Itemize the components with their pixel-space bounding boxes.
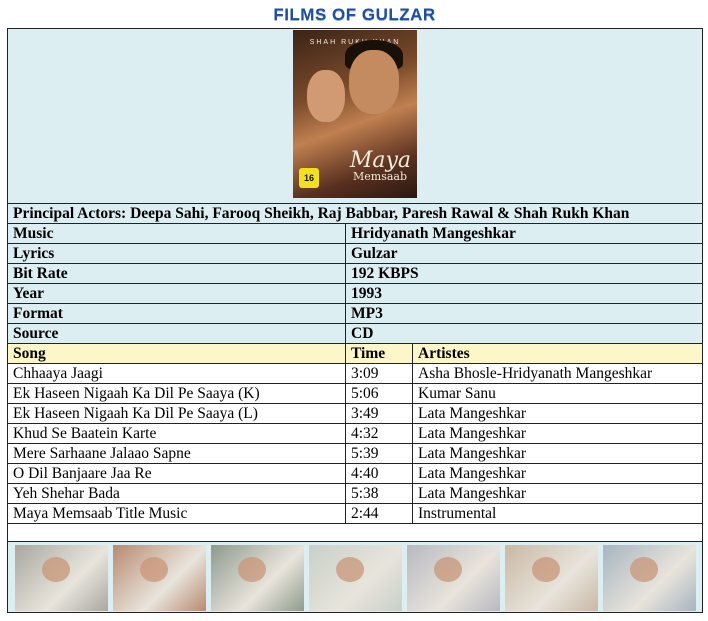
song-row: Ek Haseen Nigaah Ka Dil Pe Saaya (L) 3:49… — [7, 403, 704, 424]
song-title: O Dil Banjaare Jaa Re — [7, 463, 346, 484]
page-title: FILMS OF GULZAR — [273, 5, 436, 24]
song-title: Ek Haseen Nigaah Ka Dil Pe Saaya (K) — [7, 383, 346, 404]
poster-row: SHAH RUKH KHAN 16 Maya Memsaab — [6, 28, 704, 204]
poster-face-male — [349, 50, 400, 114]
info-row: Bit Rate 192 KBPS — [7, 263, 704, 284]
song-time: 5:06 — [345, 383, 413, 404]
song-artistes: Lata Mangeshkar — [411, 423, 704, 444]
song-title: Khud Se Baatein Karte — [7, 423, 346, 444]
info-value: Gulzar — [344, 243, 704, 264]
song-artistes: Lata Mangeshkar — [411, 463, 704, 484]
poster-subtitle: Memsaab — [353, 170, 408, 183]
film-table: SHAH RUKH KHAN 16 Maya Memsaab Principal… — [6, 28, 704, 613]
songs-header-row: Song Time Artistes — [7, 343, 704, 364]
poster-cell: SHAH RUKH KHAN 16 Maya Memsaab — [6, 28, 704, 204]
song-time: 5:39 — [345, 443, 413, 464]
info-value: Hridyanath Mangeshkar — [344, 223, 704, 244]
movie-still-image — [406, 545, 500, 611]
info-row: Source CD — [7, 323, 704, 344]
info-label: Source — [7, 323, 346, 344]
info-label: Music — [7, 223, 346, 244]
movie-stills-strip — [9, 543, 702, 611]
info-label: Lyrics — [7, 243, 346, 264]
info-row: Lyrics Gulzar — [7, 243, 704, 264]
stills-row — [6, 541, 704, 613]
stills-cell — [6, 541, 704, 613]
song-artistes: Asha Bhosle-Hridyanath Mangeshkar — [411, 363, 704, 384]
principal-actors: Principal Actors: Deepa Sahi, Farooq She… — [6, 203, 704, 224]
info-value: 1993 — [344, 283, 704, 304]
info-value: CD — [344, 323, 704, 344]
principal-actors-row: Principal Actors: Deepa Sahi, Farooq She… — [6, 203, 704, 224]
info-label: Format — [7, 303, 346, 324]
song-artistes: Lata Mangeshkar — [411, 403, 704, 424]
poster-face-female — [307, 70, 346, 122]
song-time: 2:44 — [345, 503, 413, 524]
song-time: 4:32 — [345, 423, 413, 444]
movie-poster: SHAH RUKH KHAN 16 Maya Memsaab — [293, 30, 418, 198]
info-row: Music Hridyanath Mangeshkar — [7, 223, 704, 244]
column-header-time: Time — [345, 343, 413, 364]
movie-still-image — [14, 545, 108, 611]
song-row: Yeh Shehar Bada 5:38 Lata Mangeshkar — [7, 483, 704, 504]
song-row: Khud Se Baatein Karte 4:32 Lata Mangeshkar — [7, 423, 704, 444]
column-header-song: Song — [7, 343, 346, 364]
song-title: Mere Sarhaane Jalaao Sapne — [7, 443, 346, 464]
song-time: 3:09 — [345, 363, 413, 384]
spacer-cell — [6, 523, 704, 542]
song-artistes: Lata Mangeshkar — [411, 443, 704, 464]
movie-still-image — [602, 545, 696, 611]
movie-still-image — [210, 545, 304, 611]
movie-still-image — [112, 545, 206, 611]
column-header-artistes: Artistes — [411, 343, 704, 364]
song-time: 4:40 — [345, 463, 413, 484]
film-sheet: FILMS OF GULZAR SHAH RUKH KHAN 16 Maya M… — [6, 4, 704, 613]
info-value: 192 KBPS — [344, 263, 704, 284]
movie-still-image — [504, 545, 598, 611]
song-time: 3:49 — [345, 403, 413, 424]
info-label: Bit Rate — [7, 263, 346, 284]
song-title: Ek Haseen Nigaah Ka Dil Pe Saaya (L) — [7, 403, 346, 424]
song-time: 5:38 — [345, 483, 413, 504]
song-artistes: Kumar Sanu — [411, 383, 704, 404]
movie-still-image — [308, 545, 402, 611]
song-row: Mere Sarhaane Jalaao Sapne 5:39 Lata Mange… — [7, 443, 704, 464]
song-row: Ek Haseen Nigaah Ka Dil Pe Saaya (K) 5:06… — [7, 383, 704, 404]
info-row: Format MP3 — [7, 303, 704, 324]
age-rating-badge: 16 — [299, 168, 320, 188]
song-artistes: Instrumental — [411, 503, 704, 524]
song-title: Yeh Shehar Bada — [7, 483, 346, 504]
song-title: Chhaaya Jaagi — [7, 363, 346, 384]
song-row: O Dil Banjaare Jaa Re 4:40 Lata Mangeshkar — [7, 463, 704, 484]
spacer-row — [6, 523, 704, 542]
info-row: Year 1993 — [7, 283, 704, 304]
song-title: Maya Memsaab Title Music — [7, 503, 346, 524]
info-value: MP3 — [344, 303, 704, 324]
song-artistes: Lata Mangeshkar — [411, 483, 704, 504]
info-label: Year — [7, 283, 346, 304]
song-row: Chhaaya Jaagi 3:09 Asha Bhosle-Hridyanath … — [7, 363, 704, 384]
song-row: Maya Memsaab Title Music 2:44 Instrumental — [7, 503, 704, 524]
